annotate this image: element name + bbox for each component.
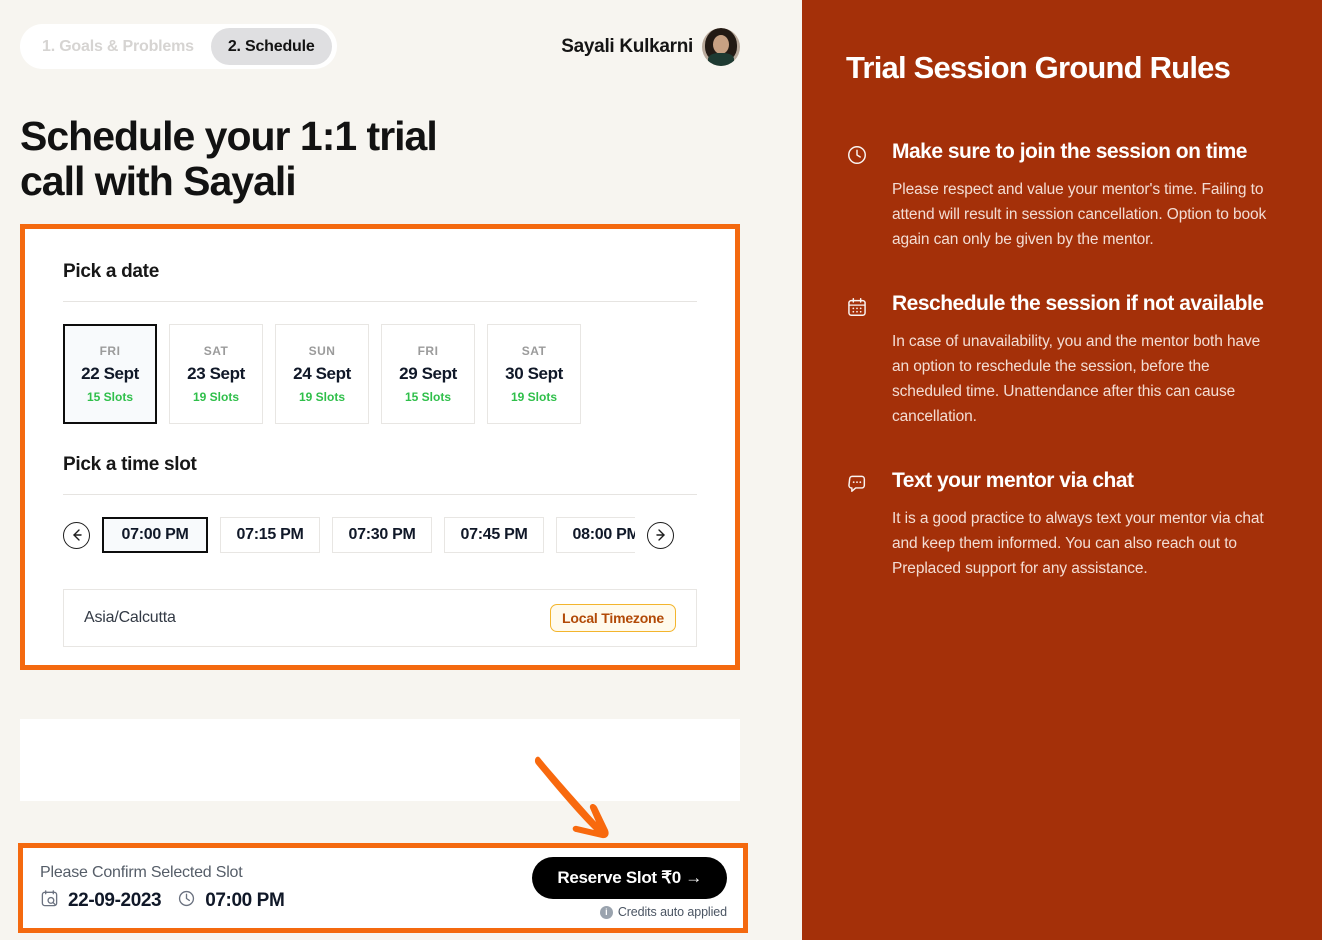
date-card-date: 24 Sept xyxy=(293,364,351,383)
date-card-dow: SAT xyxy=(203,344,229,358)
arrow-left-circle-icon[interactable] xyxy=(63,521,90,549)
calendar-icon xyxy=(846,296,868,429)
clock-icon xyxy=(846,144,868,252)
date-card-slots: 15 Slots xyxy=(404,390,452,404)
local-timezone-badge: Local Timezone xyxy=(550,604,676,632)
ground-rules-pane: Trial Session Ground Rules Make sure to … xyxy=(802,0,1322,940)
rule-body: Reschedule the session if not available … xyxy=(892,290,1278,429)
time-slot-0800-pm[interactable]: 08:00 PM xyxy=(556,517,635,553)
date-divider xyxy=(63,301,697,302)
confirm-date: 22-09-2023 xyxy=(40,889,162,913)
date-list: FRI 22 Sept 15 Slots SAT 23 Sept 19 Slot… xyxy=(63,324,697,424)
confirm-instruction: Please Confirm Selected Slot xyxy=(40,863,243,881)
avatar-body xyxy=(708,53,734,66)
date-card-22-sept[interactable]: FRI 22 Sept 15 Slots xyxy=(63,324,157,424)
confirm-time-value: 07:00 PM xyxy=(205,889,285,911)
clock-icon xyxy=(177,889,196,913)
rule-text: It is a good practice to always text you… xyxy=(892,510,1264,577)
page-title: Schedule your 1:1 trial call with Sayali xyxy=(20,113,438,204)
date-card-date: 22 Sept xyxy=(81,364,139,383)
time-slot-section: Pick a time slot 07:00 PM 07:15 PM 07:30… xyxy=(63,454,697,647)
step-tabs: 1. Goals & Problems 2. Schedule xyxy=(20,24,337,69)
booking-card-annotation-box: Pick a date FRI 22 Sept 15 Slots SAT 23 … xyxy=(20,224,740,670)
time-slot-0745-pm[interactable]: 07:45 PM xyxy=(444,517,544,553)
rule-text-mentor: Text your mentor via chat It is a good p… xyxy=(846,467,1278,581)
time-slot-row: 07:00 PM 07:15 PM 07:30 PM 07:45 PM 08:0… xyxy=(63,517,697,553)
timezone-name: Asia/Calcutta xyxy=(84,609,176,626)
tab-schedule[interactable]: 2. Schedule xyxy=(210,28,332,65)
arrow-right-circle-icon[interactable] xyxy=(647,521,674,549)
date-card-slots: 19 Slots xyxy=(510,390,558,404)
rule-heading: Text your mentor via chat xyxy=(892,469,1134,492)
pick-a-date-title: Pick a date xyxy=(63,261,159,282)
rule-heading: Reschedule the session if not available xyxy=(892,292,1264,315)
calendar-search-icon xyxy=(40,889,59,913)
rule-heading: Make sure to join the session on time xyxy=(892,140,1247,163)
timezone-row[interactable]: Asia/Calcutta Local Timezone xyxy=(63,589,697,647)
date-card-dow: FRI xyxy=(417,344,439,358)
date-card-slots: 19 Slots xyxy=(298,390,346,404)
confirm-values: 22-09-2023 07:00 PM xyxy=(40,889,285,913)
rule-text: Please respect and value your mentor's t… xyxy=(892,181,1267,248)
ground-rules-title: Trial Session Ground Rules xyxy=(846,50,1231,85)
top-bar: 1. Goals & Problems 2. Schedule Sayali K… xyxy=(0,0,802,100)
date-card-date: 30 Sept xyxy=(505,364,563,383)
time-slot-label: 08:00 PM xyxy=(572,526,635,543)
page-root: 1. Goals & Problems 2. Schedule Sayali K… xyxy=(0,0,1322,940)
time-slots-track: 07:00 PM 07:15 PM 07:30 PM 07:45 PM 08:0… xyxy=(102,517,635,553)
info-icon: i xyxy=(599,905,613,919)
time-slot-label: 07:30 PM xyxy=(348,526,416,543)
reserve-slot-button[interactable]: Reserve Slot ₹0 → xyxy=(532,857,727,899)
time-slot-0730-pm[interactable]: 07:30 PM xyxy=(332,517,432,553)
date-card-slots: 19 Slots xyxy=(192,390,240,404)
user-chip[interactable]: Sayali Kulkarni xyxy=(561,28,740,66)
credits-note-label: Credits auto applied xyxy=(617,905,727,919)
avatar-face xyxy=(713,35,729,54)
confirm-details: Please Confirm Selected Slot 22-09-2023 xyxy=(37,863,285,913)
date-card-date: 29 Sept xyxy=(399,364,457,383)
credits-note: i Credits auto applied xyxy=(599,905,727,919)
confirm-date-value: 22-09-2023 xyxy=(68,889,162,911)
date-card-dow: SUN xyxy=(308,344,336,358)
avatar xyxy=(702,28,740,66)
tab-goals-and-problems[interactable]: 1. Goals & Problems xyxy=(25,28,211,65)
time-slot-label: 07:15 PM xyxy=(236,526,304,543)
rule-reschedule: Reschedule the session if not available … xyxy=(846,290,1278,429)
rule-text: In case of unavailability, you and the m… xyxy=(892,333,1261,425)
date-card-dow: FRI xyxy=(99,344,121,358)
date-card-dow: SAT xyxy=(521,344,547,358)
rule-body: Make sure to join the session on time Pl… xyxy=(892,138,1278,252)
date-card-slots: 15 Slots xyxy=(86,390,134,404)
rule-body: Text your mentor via chat It is a good p… xyxy=(892,467,1278,581)
pick-a-time-slot-title: Pick a time slot xyxy=(63,454,197,475)
date-card-date: 23 Sept xyxy=(187,364,245,383)
tab-schedule-label: 2. Schedule xyxy=(227,37,315,55)
time-slot-0700-pm[interactable]: 07:00 PM xyxy=(102,517,208,553)
chat-bubble-icon xyxy=(846,473,868,581)
time-divider xyxy=(63,494,697,495)
time-slot-label: 07:00 PM xyxy=(121,526,189,543)
booking-pane: 1. Goals & Problems 2. Schedule Sayali K… xyxy=(0,0,802,940)
confirm-time: 07:00 PM xyxy=(177,889,285,913)
card-footer-strip xyxy=(20,719,740,801)
date-card-30-sept[interactable]: SAT 30 Sept 19 Slots xyxy=(487,324,581,424)
confirm-actions: Reserve Slot ₹0 → i Credits auto applied xyxy=(532,857,729,919)
tab-goals-and-problems-label: 1. Goals & Problems xyxy=(42,37,194,55)
date-card-24-sept[interactable]: SUN 24 Sept 19 Slots xyxy=(275,324,369,424)
confirm-slot-bar: Please Confirm Selected Slot 22-09-2023 xyxy=(18,843,748,933)
date-card-23-sept[interactable]: SAT 23 Sept 19 Slots xyxy=(169,324,263,424)
rule-join-on-time: Make sure to join the session on time Pl… xyxy=(846,138,1278,252)
date-card-29-sept[interactable]: FRI 29 Sept 15 Slots xyxy=(381,324,475,424)
time-slots-viewport: 07:00 PM 07:15 PM 07:30 PM 07:45 PM 08:0… xyxy=(102,517,635,553)
user-name: Sayali Kulkarni xyxy=(561,36,693,57)
time-slot-label: 07:45 PM xyxy=(460,526,528,543)
booking-card: Pick a date FRI 22 Sept 15 Slots SAT 23 … xyxy=(20,224,740,670)
time-slot-0715-pm[interactable]: 07:15 PM xyxy=(220,517,320,553)
